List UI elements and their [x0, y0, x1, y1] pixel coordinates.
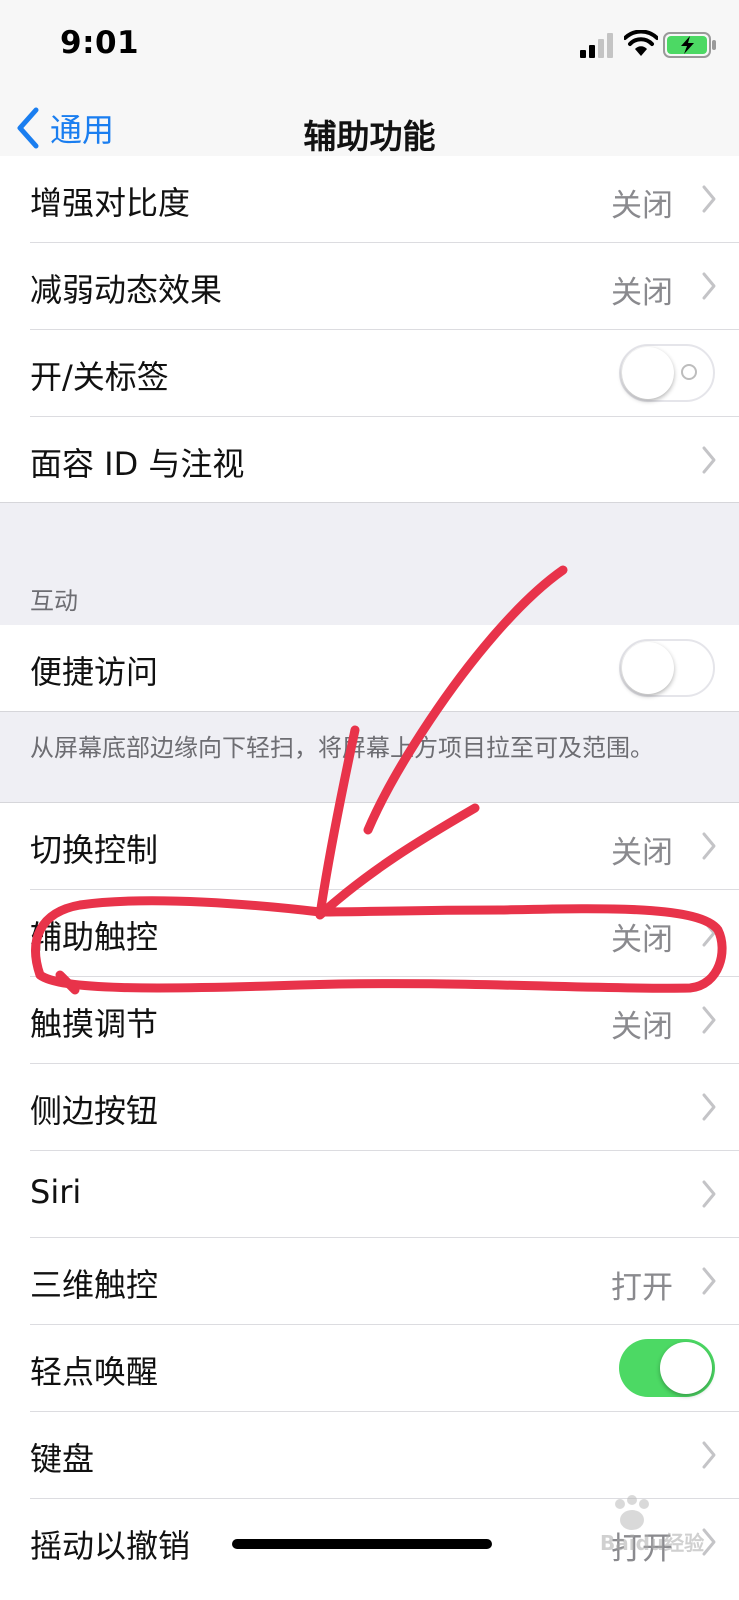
setting-row-increase-contrast[interactable]: 增强对比度 关闭 — [30, 156, 739, 243]
reachability-footer-text: 从屏幕底部边缘向下轻扫，将屏幕上方项目拉至可及范围。 — [30, 734, 654, 762]
setting-label: 触摸调节 — [30, 1005, 159, 1043]
setting-label: 便捷访问 — [30, 653, 159, 691]
chevron-right-icon — [702, 1093, 716, 1121]
setting-row-face-id-attention[interactable]: 面容 ID 与注视 — [30, 417, 739, 503]
setting-label: 面容 ID 与注视 — [30, 445, 245, 483]
setting-row-tap-to-wake: 轻点唤醒 — [30, 1325, 739, 1412]
cellular-signal-icon — [580, 33, 613, 58]
page-title: 辅助功能 — [303, 117, 436, 156]
on-off-labels-toggle[interactable] — [619, 344, 715, 402]
chevron-right-icon — [702, 919, 716, 947]
setting-row-siri[interactable]: Siri — [30, 1151, 739, 1238]
setting-label: 增强对比度 — [30, 184, 191, 222]
battery-charging-icon — [663, 32, 716, 58]
section-footer-area: 从屏幕底部边缘向下轻扫，将屏幕上方项目拉至可及范围。 — [0, 711, 739, 803]
chevron-right-icon — [702, 832, 716, 860]
baidu-jingyan-watermark-logo: Baidu经验 — [600, 1495, 704, 1555]
setting-label: 三维触控 — [30, 1266, 159, 1304]
section-header-area: 互动 — [0, 502, 739, 626]
setting-row-touch-accommodations[interactable]: 触摸调节 关闭 — [30, 977, 739, 1064]
chevron-right-icon — [702, 1006, 716, 1034]
chevron-right-icon — [702, 1267, 716, 1295]
setting-value: 关闭 — [611, 275, 673, 311]
setting-row-side-button[interactable]: 侧边按钮 — [30, 1064, 739, 1151]
setting-label: 减弱动态效果 — [30, 271, 223, 309]
setting-value: 打开 — [611, 1270, 673, 1306]
setting-label: 侧边按钮 — [30, 1092, 159, 1130]
setting-row-keyboard[interactable]: 键盘 — [30, 1412, 739, 1499]
setting-row-3d-touch[interactable]: 三维触控 打开 — [30, 1238, 739, 1325]
setting-value: 关闭 — [611, 922, 673, 958]
home-indicator[interactable] — [232, 1539, 492, 1549]
setting-label: 切换控制 — [30, 831, 159, 869]
setting-value: 关闭 — [611, 835, 673, 871]
toggle-knob — [660, 1342, 712, 1394]
setting-row-switch-control[interactable]: 切换控制 关闭 — [30, 803, 739, 890]
section-header-interaction: 互动 — [30, 587, 78, 615]
toggle-knob — [622, 642, 674, 694]
tap-to-wake-toggle[interactable] — [619, 1339, 715, 1397]
setting-value: 关闭 — [611, 188, 673, 224]
chevron-right-icon — [702, 185, 716, 213]
toggle-knob — [622, 347, 674, 399]
setting-row-on-off-labels: 开/关标签 — [30, 330, 739, 417]
wifi-icon — [624, 30, 658, 56]
interaction-settings-list: 切换控制 关闭 辅助触控 关闭 触摸调节 关闭 侧边按钮 Siri 三维触控 打… — [0, 803, 739, 1585]
vision-settings-list: 增强对比度 关闭 减弱动态效果 关闭 开/关标签 面容 ID 与注视 — [0, 156, 739, 503]
setting-label: 开/关标签 — [30, 358, 169, 396]
status-time: 9:01 — [60, 25, 140, 61]
setting-row-reduce-motion[interactable]: 减弱动态效果 关闭 — [30, 243, 739, 330]
chevron-right-icon — [702, 446, 716, 474]
svg-text:Baidu经验: Baidu经验 — [600, 1531, 704, 1555]
setting-row-reachability: 便捷访问 — [30, 625, 739, 711]
setting-value: 关闭 — [611, 1009, 673, 1045]
status-bar: 9:01 — [0, 0, 739, 88]
reachability-toggle[interactable] — [619, 639, 715, 697]
setting-label: 摇动以撤销 — [30, 1527, 191, 1565]
setting-label: 轻点唤醒 — [30, 1353, 159, 1391]
setting-label: Siri — [30, 1173, 82, 1211]
setting-label: 键盘 — [30, 1440, 95, 1478]
setting-row-assistive-touch[interactable]: 辅助触控 关闭 — [30, 890, 739, 977]
chevron-right-icon — [702, 1180, 716, 1208]
chevron-right-icon — [702, 1441, 716, 1469]
setting-label: 辅助触控 — [30, 918, 159, 956]
chevron-right-icon — [702, 272, 716, 300]
toggle-off-indicator-icon — [681, 364, 697, 380]
reachability-list: 便捷访问 — [0, 625, 739, 711]
